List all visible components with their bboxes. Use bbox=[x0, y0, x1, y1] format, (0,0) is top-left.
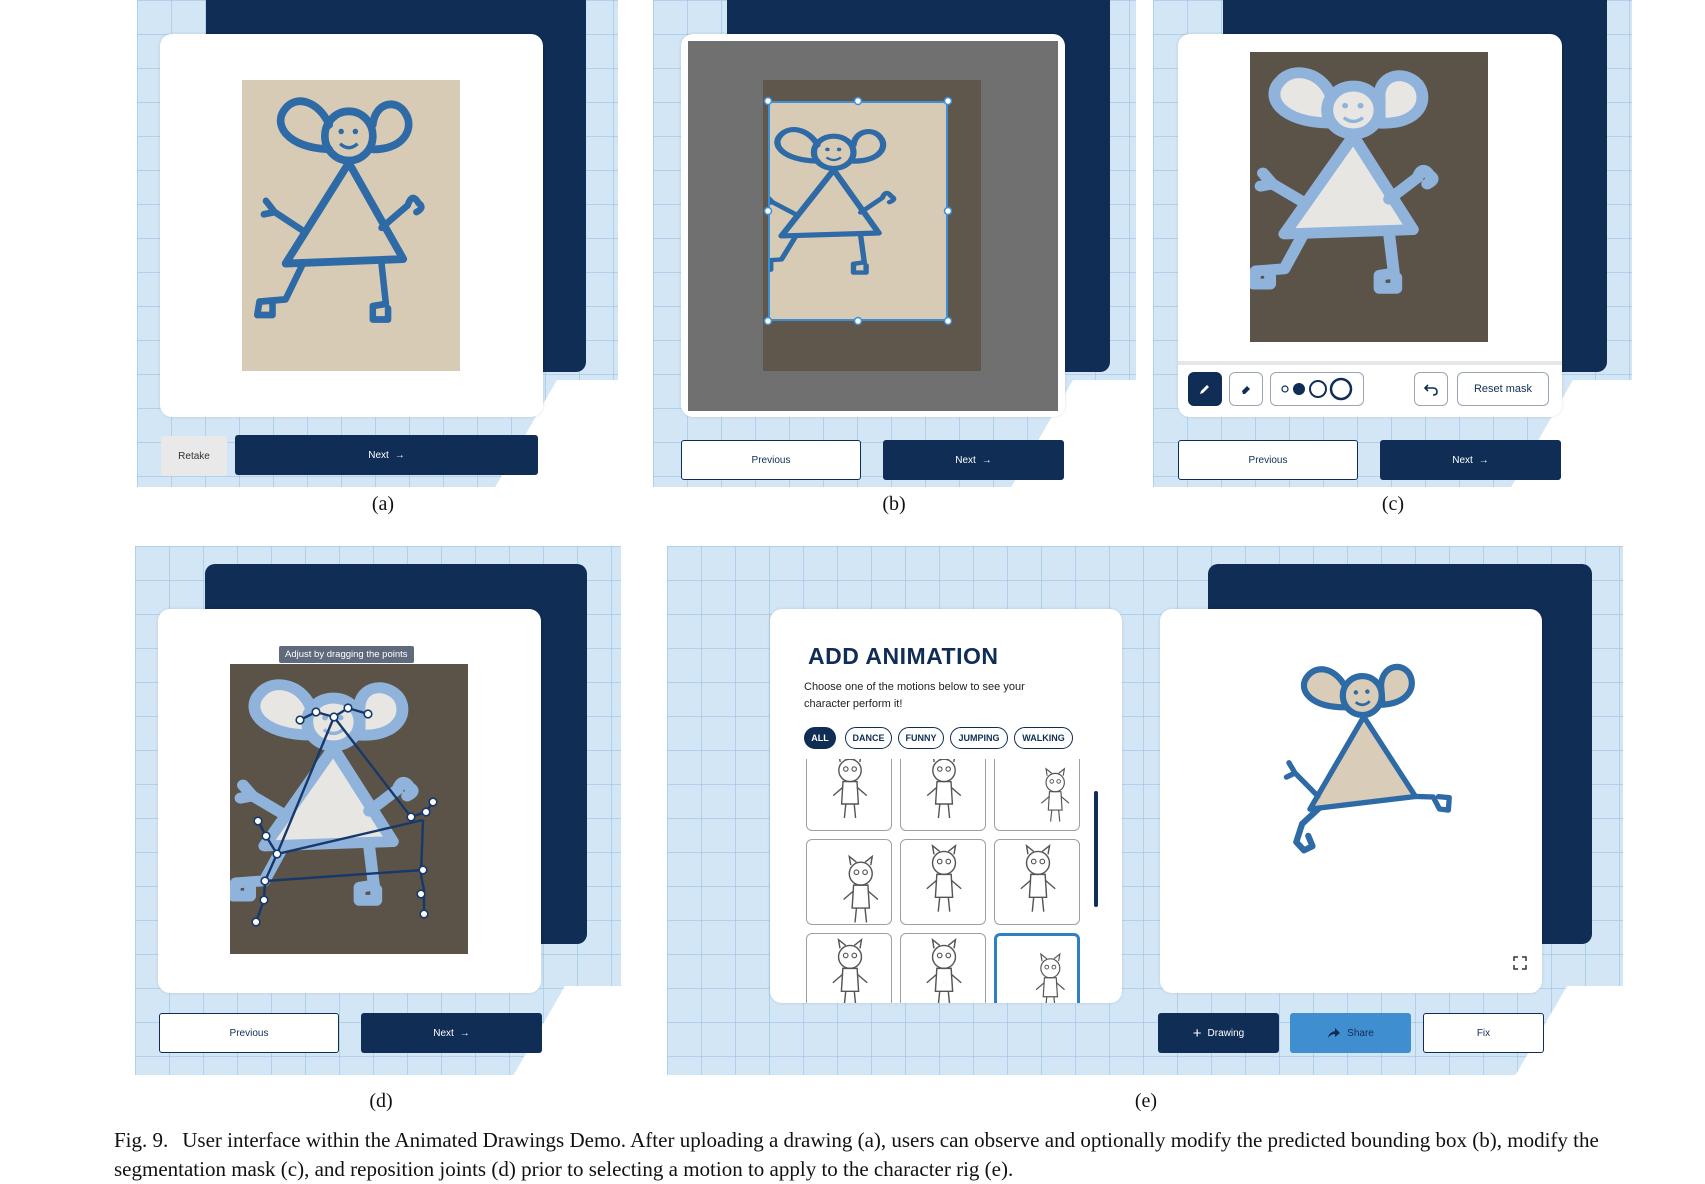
subfigure-label-c: (c) bbox=[1381, 493, 1405, 515]
add-drawing-button[interactable]: + Drawing bbox=[1158, 1013, 1279, 1053]
previous-button[interactable]: Previous bbox=[681, 440, 861, 480]
mask-photo bbox=[230, 664, 468, 954]
motion-thumbnail[interactable] bbox=[806, 839, 892, 925]
fix-button[interactable]: Fix bbox=[1423, 1013, 1544, 1053]
motion-thumbnail[interactable] bbox=[900, 759, 986, 831]
share-button[interactable]: Share bbox=[1290, 1013, 1411, 1053]
next-label: Next bbox=[433, 1027, 454, 1039]
figure-caption: Fig. 9. User interface within the Animate… bbox=[114, 1126, 1644, 1184]
reset-mask-button[interactable]: Reset mask bbox=[1457, 372, 1549, 406]
mask-card: Reset mask bbox=[1178, 34, 1562, 417]
preview-card bbox=[1160, 609, 1542, 993]
panel-e: ADD ANIMATION Choose one of the motions … bbox=[667, 546, 1623, 1075]
joints-card: Adjust by dragging the points bbox=[158, 609, 541, 993]
motion-thumbnail[interactable] bbox=[994, 839, 1080, 925]
motion-thumbnail[interactable] bbox=[900, 933, 986, 1003]
bounding-box-card bbox=[681, 34, 1065, 417]
subfigure-label-a: (a) bbox=[371, 493, 395, 515]
arrow-right-icon: → bbox=[1478, 454, 1489, 466]
motion-thumbnail-selected[interactable] bbox=[994, 933, 1080, 1003]
next-button[interactable]: Next → bbox=[361, 1013, 542, 1053]
filter-walking[interactable]: WALKING bbox=[1014, 727, 1073, 749]
next-button[interactable]: Next → bbox=[1380, 440, 1561, 480]
segmentation-mask[interactable] bbox=[1250, 52, 1488, 342]
skeleton-rig[interactable] bbox=[230, 664, 468, 954]
stick-figure-drawing bbox=[242, 80, 460, 371]
drawing-photo bbox=[242, 80, 460, 371]
add-animation-card: ADD ANIMATION Choose one of the motions … bbox=[770, 609, 1122, 1003]
motion-thumbnail[interactable] bbox=[806, 759, 892, 831]
next-label: Next bbox=[955, 454, 976, 466]
animated-character bbox=[1283, 663, 1452, 854]
panel-c: Reset mask Previous Next → bbox=[1153, 0, 1632, 487]
motion-thumbnail[interactable] bbox=[806, 933, 892, 1003]
add-drawing-label: Drawing bbox=[1207, 1027, 1245, 1039]
panel-b: Previous Next → bbox=[653, 0, 1136, 487]
add-animation-title: ADD ANIMATION bbox=[808, 643, 999, 669]
figure-caption-text: User interface within the Animated Drawi… bbox=[114, 1128, 1599, 1181]
undo-icon[interactable] bbox=[1414, 372, 1448, 406]
eraser-icon[interactable] bbox=[1229, 372, 1263, 406]
pencil-icon[interactable] bbox=[1188, 372, 1222, 406]
arrow-right-icon: → bbox=[981, 454, 992, 466]
arrow-right-icon: → bbox=[459, 1027, 470, 1039]
scrollbar-thumb[interactable] bbox=[1094, 791, 1098, 907]
filter-dance[interactable]: DANCE bbox=[845, 727, 892, 749]
share-icon bbox=[1328, 1028, 1341, 1038]
subfigure-label-d: (d) bbox=[369, 1090, 393, 1112]
mask-photo bbox=[1250, 52, 1488, 342]
previous-button[interactable]: Previous bbox=[1178, 440, 1358, 480]
tooltip: Adjust by dragging the points bbox=[279, 646, 414, 663]
next-button[interactable]: Next → bbox=[235, 435, 538, 475]
subfigure-label-e: (e) bbox=[1134, 1090, 1158, 1112]
subfigure-label-b: (b) bbox=[882, 493, 906, 515]
plus-icon: + bbox=[1192, 1024, 1202, 1042]
motion-thumbnail[interactable] bbox=[900, 839, 986, 925]
figure-number: Fig. 9. bbox=[114, 1128, 169, 1152]
next-button[interactable]: Next → bbox=[883, 440, 1064, 480]
filter-jumping[interactable]: JUMPING bbox=[950, 727, 1008, 749]
share-label: Share bbox=[1347, 1027, 1374, 1039]
next-label: Next bbox=[1452, 454, 1473, 466]
filter-funny[interactable]: FUNNY bbox=[898, 727, 944, 749]
panel-d: Adjust by dragging the points Previous N… bbox=[135, 546, 621, 1075]
brush-size-icon[interactable] bbox=[1270, 372, 1364, 406]
drawing-card bbox=[160, 34, 543, 417]
motion-thumbnail[interactable] bbox=[994, 759, 1080, 831]
motion-grid bbox=[804, 759, 1104, 1003]
next-label: Next bbox=[368, 449, 389, 461]
previous-button[interactable]: Previous bbox=[159, 1013, 339, 1053]
bbox-handles[interactable] bbox=[763, 80, 981, 371]
filter-all[interactable]: ALL bbox=[804, 727, 836, 749]
expand-icon[interactable] bbox=[1512, 955, 1528, 971]
arrow-right-icon: → bbox=[394, 449, 405, 461]
add-animation-description: Choose one of the motions below to see y… bbox=[804, 681, 1025, 710]
panel-a: Retake Next → bbox=[137, 0, 618, 487]
retake-button[interactable]: Retake bbox=[161, 436, 227, 476]
drawing-photo bbox=[763, 80, 981, 371]
